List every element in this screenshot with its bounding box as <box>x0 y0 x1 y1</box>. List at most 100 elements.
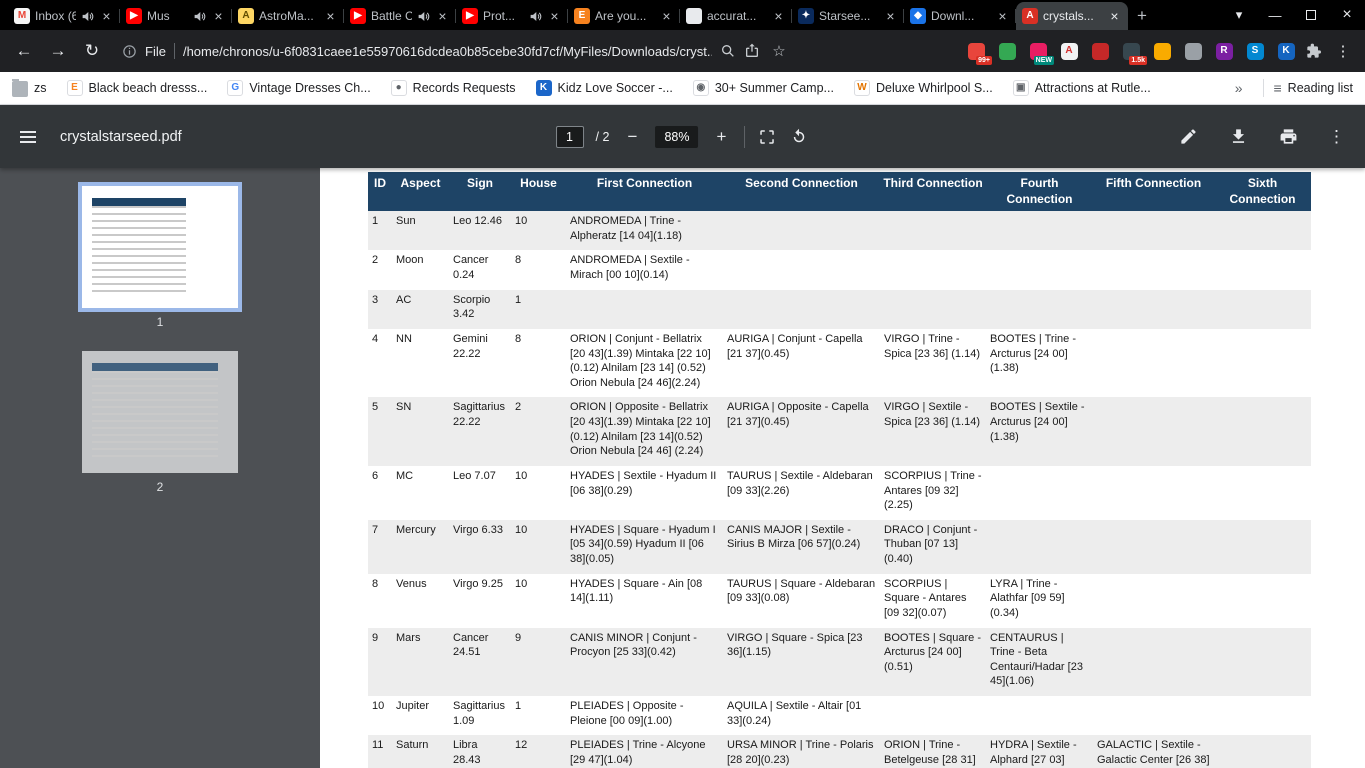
cell-r2-c8 <box>986 250 1093 289</box>
back-icon[interactable]: ← <box>10 37 38 65</box>
extensions-row: 99+ NEW A 1.5k R S K <box>965 40 1297 65</box>
bookmark-7[interactable]: W Deluxe Whirlpool S... <box>853 80 993 96</box>
ext-dark-icon[interactable]: 1.5k <box>1120 40 1147 65</box>
new-tab-button[interactable]: + <box>1128 2 1156 30</box>
tab-4[interactable]: ▶ Battle C... × <box>344 2 456 30</box>
ext-s-icon[interactable]: S <box>1244 40 1266 62</box>
cell-r2-c6 <box>723 250 880 289</box>
tab-close-icon[interactable]: × <box>1107 8 1122 24</box>
tab-5[interactable]: ▶ Prot... × <box>456 2 568 30</box>
ext-pink-icon[interactable]: NEW <box>1027 40 1054 65</box>
cell-r3-c6 <box>723 290 880 329</box>
cell-r7-c7: DRACO | Conjunt - Thuban [07 13] (0.40) <box>884 523 978 566</box>
tab-6[interactable]: E Are you... × <box>568 2 680 30</box>
tab-audio-icon[interactable] <box>417 10 430 23</box>
ext-grid-icon[interactable] <box>1182 40 1204 62</box>
cell-r9-c5: CANIS MINOR | Conjunt - Procyon [25 33](… <box>570 631 697 659</box>
download-icon[interactable] <box>1228 127 1248 147</box>
bookmark-5[interactable]: K Kidz Love Soccer -... <box>535 80 673 96</box>
tab-close-icon[interactable]: × <box>771 8 786 24</box>
file-scheme-label: File <box>145 43 166 59</box>
pdf-viewer: 12 ID Aspect Sign House First Connection Seco… <box>0 168 1365 768</box>
reading-list-button[interactable]: ≡ Reading list <box>1274 80 1354 96</box>
ext-acrobat-icon[interactable]: A <box>1058 40 1080 62</box>
ext-red-circle-icon[interactable] <box>1089 40 1111 62</box>
annotate-pencil-icon[interactable] <box>1178 127 1198 147</box>
bookmark-2[interactable]: E Black beach dresss... <box>66 80 207 96</box>
ext-acrobat-chip: A <box>1060 42 1078 60</box>
cell-r2-c9 <box>1093 250 1214 289</box>
tab-7[interactable]: accurat... × <box>680 2 792 30</box>
cell-r5-c3: Sagittarius 22.22 <box>453 401 505 429</box>
tab-close-icon[interactable]: × <box>435 8 450 24</box>
camera-icon: ◉ <box>692 80 709 96</box>
cell-r7-c2: Mercury <box>396 523 436 536</box>
tab-audio-icon[interactable] <box>193 10 206 23</box>
table-row-3: 3 AC Scorpio 3.42 1 <box>368 289 1311 329</box>
info-icon[interactable] <box>122 44 137 59</box>
bookmark-8[interactable]: ▣ Attractions at Rutle... <box>1012 80 1151 96</box>
browser-menu-icon[interactable]: ⋮ <box>1331 42 1355 60</box>
share-icon[interactable] <box>744 43 760 59</box>
zoom-out-button[interactable]: − <box>621 127 643 147</box>
bookmark-6[interactable]: ◉ 30+ Summer Camp... <box>692 80 834 96</box>
ext-yellow-icon[interactable] <box>1151 40 1173 62</box>
cell-r10-c1: 10 <box>372 700 385 713</box>
tab-search-chevron-icon[interactable]: ▾ <box>1221 0 1257 30</box>
pdf-more-options-icon[interactable]: ⋮ <box>1328 127 1345 147</box>
tab-close-icon[interactable]: × <box>99 8 114 24</box>
page-number-input[interactable]: 1 <box>555 125 584 148</box>
cell-r11-c2: Saturn <box>396 739 429 752</box>
bookmark-star-icon[interactable]: ☆ <box>768 42 790 60</box>
zoom-level[interactable]: 88% <box>655 125 699 148</box>
tab-audio-icon[interactable] <box>81 10 94 23</box>
bookmark-items: zs E Black beach dresss... G Vintage Dresses… <box>12 79 1225 97</box>
tab-close-icon[interactable]: × <box>995 8 1010 24</box>
tab-close-icon[interactable]: × <box>211 8 226 24</box>
print-icon[interactable] <box>1278 127 1298 147</box>
tab-9[interactable]: ◆ Downl... × <box>904 2 1016 30</box>
pdf-page-controls: 1 / 2 − 88% + <box>555 125 810 148</box>
tab-close-icon[interactable]: × <box>323 8 338 24</box>
fit-page-icon[interactable] <box>757 127 777 147</box>
tab-8[interactable]: ✦ Starsee... × <box>792 2 904 30</box>
cell-r6-c1: 6 <box>372 469 379 482</box>
minimize-button[interactable]: — <box>1257 0 1293 30</box>
ext-k-icon[interactable]: K <box>1275 40 1297 62</box>
ext-green-icon[interactable] <box>996 40 1018 62</box>
tab-close-icon[interactable]: × <box>547 8 562 24</box>
tab-1[interactable]: M Inbox (6 × <box>8 2 120 30</box>
cell-r4-c2: NN <box>396 332 412 345</box>
refresh-icon[interactable]: ↻ <box>78 37 106 65</box>
rotate-icon[interactable] <box>789 127 809 147</box>
page-thumbnail-2[interactable] <box>82 351 238 473</box>
forward-icon[interactable]: → <box>44 37 72 65</box>
tab-close-icon[interactable]: × <box>883 8 898 24</box>
cell-r5-c2: SN <box>396 401 412 414</box>
extensions-puzzle-icon[interactable] <box>1303 43 1325 59</box>
ext-r-icon[interactable]: R <box>1213 40 1235 62</box>
thumbnail-preview <box>92 198 186 294</box>
bookmark-3[interactable]: G Vintage Dresses Ch... <box>227 80 371 96</box>
search-icon[interactable] <box>720 43 736 59</box>
ext-red-icon[interactable]: 99+ <box>965 40 992 65</box>
cell-r9-c1: 9 <box>372 631 379 644</box>
cell-r3-c5 <box>566 290 723 329</box>
sidebar-menu-icon[interactable] <box>20 128 38 146</box>
zoom-in-button[interactable]: + <box>710 127 732 147</box>
cell-r9-c4: 9 <box>515 631 522 644</box>
page-thumbnail-1[interactable] <box>78 182 242 312</box>
maximize-button[interactable] <box>1293 0 1329 30</box>
tab-audio-icon[interactable] <box>529 10 542 23</box>
tab-10[interactable]: Acrystals... × <box>1016 2 1128 30</box>
tab-close-icon[interactable]: × <box>659 8 674 24</box>
tab-2[interactable]: ▶ Mus × <box>120 2 232 30</box>
address-bar[interactable]: File /home/chronos/u-6f0831caee1e5597061… <box>112 36 800 66</box>
cell-r9-c9 <box>1093 628 1214 697</box>
bookmarks-overflow-icon[interactable]: » <box>1225 80 1253 96</box>
tab-3[interactable]: A AstroMa... × <box>232 2 344 30</box>
close-window-button[interactable]: × <box>1329 0 1365 30</box>
bookmark-4[interactable]: ● Records Requests <box>390 80 516 96</box>
bookmark-1[interactable]: zs <box>12 79 47 97</box>
table-row-11: 11 Saturn Libra 28.43 12 PLEIADES | Trine - … <box>368 735 1311 768</box>
